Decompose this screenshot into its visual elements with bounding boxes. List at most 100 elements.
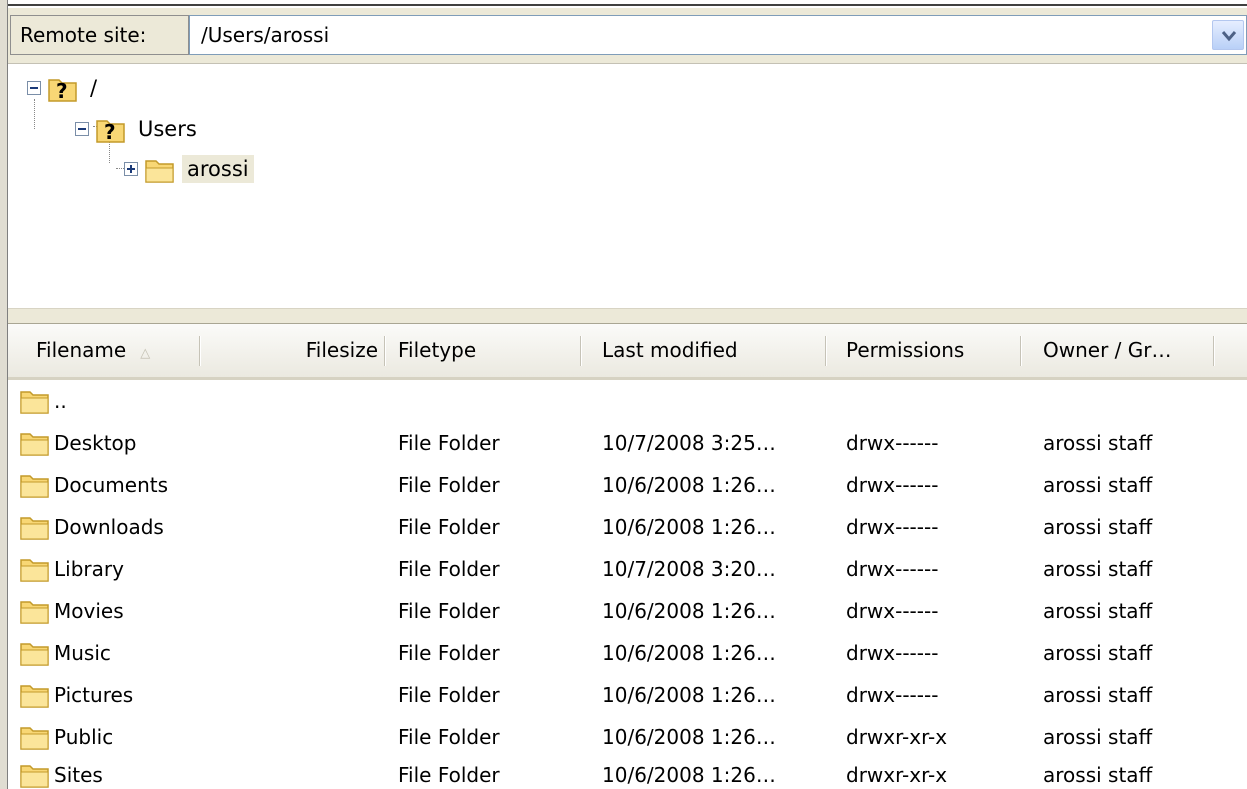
file-name: Music	[54, 641, 111, 665]
file-permissions: drwx------	[846, 683, 939, 707]
file-type: File Folder	[398, 473, 500, 497]
column-header-owner-group[interactable]: Owner / Gr…	[1043, 324, 1213, 377]
file-type: File Folder	[398, 515, 500, 539]
file-type: File Folder	[398, 725, 500, 749]
folder-icon	[20, 727, 49, 750]
file-modified: 10/6/2008 1:26…	[602, 641, 776, 665]
collapse-toggle[interactable]	[75, 122, 89, 136]
unknown-folder-icon: ?	[47, 73, 79, 103]
column-label: Filetype	[398, 338, 477, 362]
file-owner: arossi staff	[1043, 473, 1153, 497]
column-divider[interactable]	[580, 336, 582, 366]
remote-path-input[interactable]	[190, 16, 1210, 54]
column-header-filename[interactable]: Filename △	[36, 324, 196, 377]
file-name: Pictures	[54, 683, 134, 707]
folder-icon	[20, 765, 49, 788]
file-row[interactable]: Public File Folder 10/6/2008 1:26… drwxr…	[8, 716, 1247, 758]
file-list: .. Desktop File Folder 10/7/2008 3:25… d…	[8, 380, 1247, 789]
file-type: File Folder	[398, 557, 500, 581]
column-label: Filename	[36, 338, 127, 362]
pane-splitter[interactable]	[8, 308, 1247, 324]
file-modified: 10/6/2008 1:26…	[602, 473, 776, 497]
file-owner: arossi staff	[1043, 557, 1153, 581]
file-name: ..	[54, 389, 67, 413]
file-permissions: drwxr-xr-x	[846, 763, 948, 787]
tree-node-arossi[interactable]: arossi	[124, 152, 254, 186]
tree-node-users[interactable]: ? Users	[75, 112, 202, 146]
file-owner: arossi staff	[1043, 599, 1153, 623]
tree-node-label: /	[90, 76, 98, 100]
column-header-last-modified[interactable]: Last modified	[602, 324, 822, 377]
folder-icon	[20, 601, 49, 624]
column-divider[interactable]	[199, 336, 201, 366]
file-permissions: drwx------	[846, 473, 939, 497]
file-owner: arossi staff	[1043, 683, 1153, 707]
file-owner: arossi staff	[1043, 641, 1153, 665]
remote-site-bar: Remote site:	[8, 8, 1247, 64]
unknown-folder-icon: ?	[95, 114, 127, 144]
file-type: File Folder	[398, 763, 500, 787]
file-type: File Folder	[398, 641, 500, 665]
file-type: File Folder	[398, 431, 500, 455]
remote-site-label: Remote site:	[10, 15, 189, 55]
file-modified: 10/6/2008 1:26…	[602, 599, 776, 623]
path-dropdown-button[interactable]	[1212, 20, 1244, 50]
svg-text:?: ?	[56, 79, 68, 103]
remote-path-combobox[interactable]	[189, 15, 1247, 55]
file-row[interactable]: Pictures File Folder 10/6/2008 1:26… drw…	[8, 674, 1247, 716]
window-top-edge	[0, 0, 1247, 6]
file-name: Desktop	[54, 431, 137, 455]
file-row[interactable]: Documents File Folder 10/6/2008 1:26… dr…	[8, 464, 1247, 506]
folder-icon	[20, 433, 49, 456]
column-divider[interactable]	[1020, 336, 1022, 366]
file-permissions: drwx------	[846, 557, 939, 581]
column-label: Permissions	[846, 338, 965, 362]
file-name: Public	[54, 725, 114, 749]
expand-toggle[interactable]	[124, 162, 138, 176]
file-row[interactable]: Desktop File Folder 10/7/2008 3:25… drwx…	[8, 422, 1247, 464]
file-permissions: drwx------	[846, 515, 939, 539]
column-header-filetype[interactable]: Filetype	[398, 324, 578, 377]
file-row[interactable]: Movies File Folder 10/6/2008 1:26… drwx-…	[8, 590, 1247, 632]
file-name: Downloads	[54, 515, 164, 539]
folder-icon	[20, 685, 49, 708]
column-header-permissions[interactable]: Permissions	[846, 324, 1016, 377]
file-row[interactable]: Music File Folder 10/6/2008 1:26… drwx--…	[8, 632, 1247, 674]
column-header-filesize[interactable]: Filesize	[208, 324, 378, 377]
chevron-down-icon	[1221, 31, 1237, 42]
file-permissions: drwx------	[846, 599, 939, 623]
file-type: File Folder	[398, 599, 500, 623]
file-name: Library	[54, 557, 124, 581]
file-row[interactable]: Library File Folder 10/7/2008 3:20… drwx…	[8, 548, 1247, 590]
file-row[interactable]: Downloads File Folder 10/6/2008 1:26… dr…	[8, 506, 1247, 548]
folder-icon	[20, 559, 49, 582]
folder-icon	[20, 517, 49, 540]
file-modified: 10/6/2008 1:26…	[602, 725, 776, 749]
file-modified: 10/7/2008 3:20…	[602, 557, 776, 581]
window-left-edge	[0, 0, 8, 789]
directory-tree: ? / ? Users arossi	[8, 65, 1247, 315]
collapse-toggle[interactable]	[27, 81, 41, 95]
file-permissions: drwxr-xr-x	[846, 725, 948, 749]
file-modified: 10/6/2008 1:26…	[602, 683, 776, 707]
file-modified: 10/6/2008 1:26…	[602, 515, 776, 539]
tree-node-root[interactable]: ? /	[27, 71, 102, 105]
column-divider[interactable]	[384, 336, 386, 366]
folder-icon	[20, 643, 49, 666]
column-divider[interactable]	[1213, 336, 1215, 366]
column-divider[interactable]	[825, 336, 827, 366]
column-label: Last modified	[602, 338, 738, 362]
file-owner: arossi staff	[1043, 725, 1153, 749]
column-label: Owner / Gr…	[1043, 338, 1172, 362]
file-row[interactable]: Sites File Folder 10/6/2008 1:26… drwxr-…	[8, 754, 1247, 789]
file-owner: arossi staff	[1043, 515, 1153, 539]
file-permissions: drwx------	[846, 431, 939, 455]
file-list-header: Filename △ Filesize Filetype Last modifie…	[8, 324, 1247, 380]
svg-text:?: ?	[104, 120, 116, 144]
tree-node-label: Users	[138, 117, 197, 141]
file-name: Movies	[54, 599, 124, 623]
file-row-parent[interactable]: ..	[8, 380, 1247, 422]
file-name: Sites	[54, 763, 103, 787]
remote-site-panel: Remote site: ? /	[0, 0, 1247, 789]
file-owner: arossi staff	[1043, 431, 1153, 455]
